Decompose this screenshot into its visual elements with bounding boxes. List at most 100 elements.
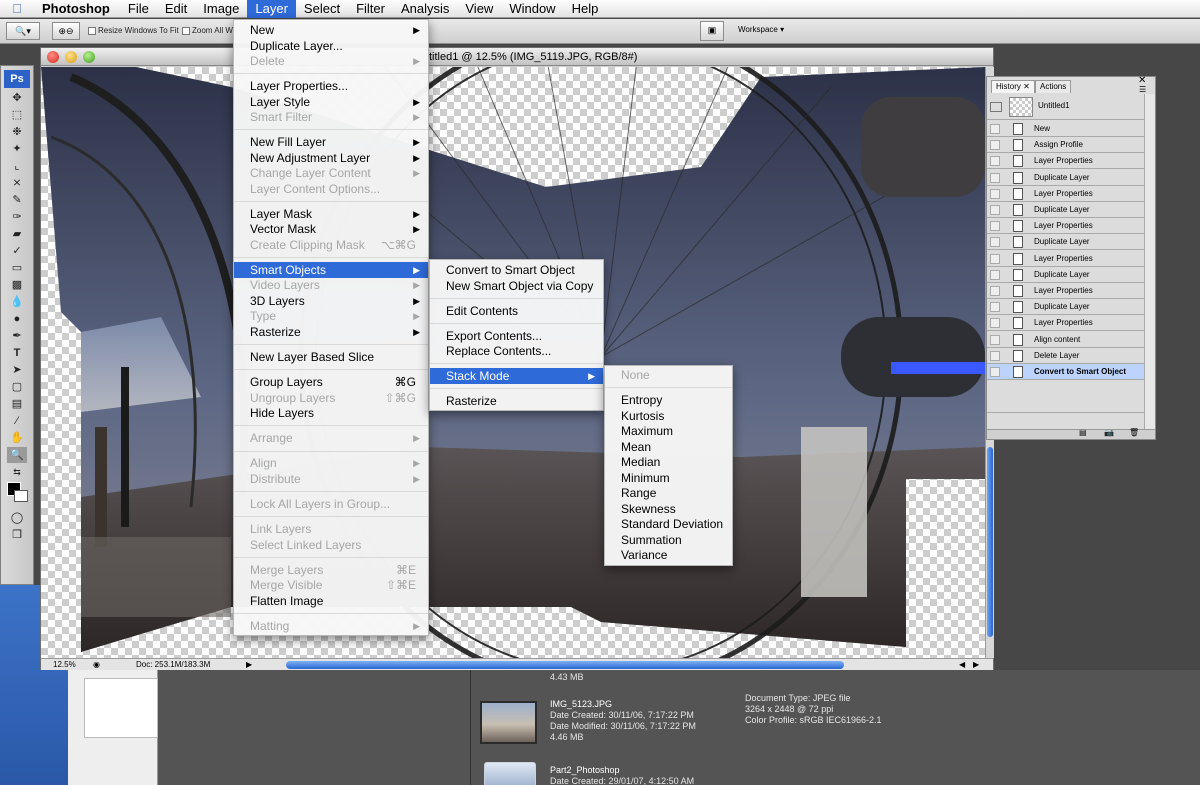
smart-objects-item-stack-mode[interactable]: Stack Mode ▶: [430, 368, 603, 384]
history-state[interactable]: Layer Properties: [987, 283, 1144, 299]
zoom-tool-icon[interactable]: 🔍: [7, 447, 27, 463]
history-state-source-box[interactable]: [990, 172, 1000, 183]
status-arrow-icon[interactable]: ▶: [246, 659, 252, 670]
history-state-source-box[interactable]: [990, 302, 1000, 313]
menu-view[interactable]: View: [457, 0, 501, 18]
zoom-tool-preset-button[interactable]: 🔍▾: [6, 22, 40, 40]
layer-menu-item-duplicate-layer[interactable]: Duplicate Layer...: [234, 38, 428, 54]
menu-app[interactable]: Photoshop: [34, 0, 120, 18]
screen-mode-icon[interactable]: ❒: [7, 527, 27, 543]
status-menu-icon[interactable]: ◉: [93, 659, 100, 670]
history-state-source-box[interactable]: [990, 140, 1000, 151]
delete-state-icon[interactable]: 🗑: [1129, 428, 1139, 437]
history-state[interactable]: Layer Properties: [987, 186, 1144, 202]
history-state[interactable]: Layer Properties: [987, 251, 1144, 267]
stack-mode-item-skewness[interactable]: Skewness: [605, 501, 732, 517]
history-scrollbar[interactable]: [1144, 94, 1155, 429]
layer-menu-item-new-adjustment-layer[interactable]: New Adjustment Layer ▶: [234, 150, 428, 166]
scroll-right-icon[interactable]: ▶: [973, 659, 979, 670]
new-document-from-state-icon[interactable]: ▤: [1079, 428, 1087, 437]
menu-edit[interactable]: Edit: [157, 0, 195, 18]
smart-objects-item-export-contents[interactable]: Export Contents...: [430, 328, 603, 344]
history-state[interactable]: Assign Profile: [987, 137, 1144, 154]
history-state[interactable]: Duplicate Layer: [987, 170, 1144, 186]
tab-history[interactable]: History ✕: [991, 80, 1035, 93]
zoom-window-icon[interactable]: [83, 51, 95, 63]
history-state[interactable]: Duplicate Layer: [987, 299, 1144, 316]
zoom-level[interactable]: 12.5%: [53, 659, 76, 670]
eyedropper-tool-icon[interactable]: ⁄: [7, 413, 27, 429]
history-state[interactable]: Convert to Smart Object: [987, 364, 1144, 380]
create-snapshot-icon[interactable]: 📷: [1104, 428, 1114, 437]
stack-mode-item-kurtosis[interactable]: Kurtosis: [605, 408, 732, 424]
stack-mode-item-median[interactable]: Median: [605, 454, 732, 470]
brush-tool-icon[interactable]: ✑: [7, 209, 27, 225]
menu-image[interactable]: Image: [195, 0, 247, 18]
history-state[interactable]: Delete Layer: [987, 348, 1144, 364]
menu-select[interactable]: Select: [296, 0, 348, 18]
menu-filter[interactable]: Filter: [348, 0, 393, 18]
menu-file[interactable]: File: [120, 0, 157, 18]
file-thumbnail-img5123[interactable]: [480, 701, 537, 744]
layer-menu-item-new-layer-based-slice[interactable]: New Layer Based Slice: [234, 349, 428, 365]
document-title-bar[interactable]: titled1 @ 12.5% (IMG_5119.JPG, RGB/8#): [41, 48, 993, 66]
clone-stamp-tool-icon[interactable]: ▰: [7, 226, 27, 242]
dodge-tool-icon[interactable]: ●: [7, 311, 27, 327]
layer-menu-item-hide-layers[interactable]: Hide Layers: [234, 405, 428, 421]
minimize-window-icon[interactable]: [65, 51, 77, 63]
workspace-menu[interactable]: Workspace ▾: [738, 25, 784, 34]
history-state[interactable]: New: [987, 121, 1144, 137]
menu-analysis[interactable]: Analysis: [393, 0, 457, 18]
stack-mode-item-variance[interactable]: Variance: [605, 547, 732, 563]
scroll-left-icon[interactable]: ◀: [959, 659, 965, 670]
eraser-tool-icon[interactable]: ▭: [7, 260, 27, 276]
swap-colors-icon[interactable]: ⇆: [7, 464, 27, 480]
smart-objects-item-rasterize[interactable]: Rasterize: [430, 393, 603, 409]
history-state-source-box[interactable]: [990, 269, 1000, 280]
layer-menu-item-vector-mask[interactable]: Vector Mask ▶: [234, 221, 428, 237]
palette-well-icon[interactable]: ▣: [700, 21, 724, 41]
history-state-source-box[interactable]: [990, 156, 1000, 167]
snapshot-brush-icon[interactable]: [990, 102, 1002, 112]
layer-menu-item-new-fill-layer[interactable]: New Fill Layer ▶: [234, 134, 428, 150]
folder-item-part2[interactable]: Part2_Photoshop Date Created: 29/01/07, …: [550, 765, 730, 785]
menu-layer[interactable]: Layer: [247, 0, 296, 18]
layer-menu-item-layer-mask[interactable]: Layer Mask ▶: [234, 206, 428, 222]
layer-menu-item-layer-properties[interactable]: Layer Properties...: [234, 78, 428, 94]
menu-window[interactable]: Window: [501, 0, 563, 18]
layer-menu-item-3d-layers[interactable]: 3D Layers ▶: [234, 293, 428, 309]
history-brush-tool-icon[interactable]: ✓: [7, 243, 27, 259]
history-state-source-box[interactable]: [990, 334, 1000, 345]
lasso-tool-icon[interactable]: ❉: [7, 124, 27, 140]
menu-help[interactable]: Help: [564, 0, 607, 18]
path-selection-tool-icon[interactable]: ➤: [7, 362, 27, 378]
magic-wand-tool-icon[interactable]: ✦: [7, 141, 27, 157]
history-state-source-box[interactable]: [990, 221, 1000, 232]
stack-mode-item-entropy[interactable]: Entropy: [605, 392, 732, 408]
apple-icon[interactable]: : [0, 1, 34, 16]
stack-mode-item-maximum[interactable]: Maximum: [605, 423, 732, 439]
history-snapshot[interactable]: Untitled1: [987, 94, 1144, 120]
ps-logo[interactable]: Ps: [4, 70, 30, 88]
pen-tool-icon[interactable]: ✒: [7, 328, 27, 344]
resize-windows-checkbox[interactable]: Resize Windows To Fit: [88, 26, 179, 35]
stack-mode-item-standard-deviation[interactable]: Standard Deviation: [605, 516, 732, 532]
quick-mask-icon[interactable]: ◯: [7, 510, 27, 526]
history-state-source-box[interactable]: [990, 205, 1000, 215]
gradient-tool-icon[interactable]: ▩: [7, 277, 27, 293]
healing-brush-tool-icon[interactable]: ✎: [7, 192, 27, 208]
notes-tool-icon[interactable]: ▤: [7, 396, 27, 412]
blur-tool-icon[interactable]: 💧: [7, 294, 27, 310]
history-state[interactable]: Duplicate Layer: [987, 267, 1144, 283]
history-state-source-box[interactable]: [990, 253, 1000, 264]
stack-mode-item-mean[interactable]: Mean: [605, 439, 732, 455]
marquee-tool-icon[interactable]: ⬚: [7, 107, 27, 123]
zoom-all-checkbox[interactable]: Zoom All W: [182, 26, 233, 35]
stack-mode-item-summation[interactable]: Summation: [605, 532, 732, 548]
folder-icon[interactable]: [484, 762, 536, 785]
history-state-source-box[interactable]: [990, 367, 1000, 377]
history-state[interactable]: Duplicate Layer: [987, 202, 1144, 218]
layer-menu-item-group-layers[interactable]: Group Layers ⌘G: [234, 374, 428, 390]
smart-objects-item-replace-contents[interactable]: Replace Contents...: [430, 343, 603, 359]
layer-menu-item-new[interactable]: New ▶: [234, 22, 428, 38]
